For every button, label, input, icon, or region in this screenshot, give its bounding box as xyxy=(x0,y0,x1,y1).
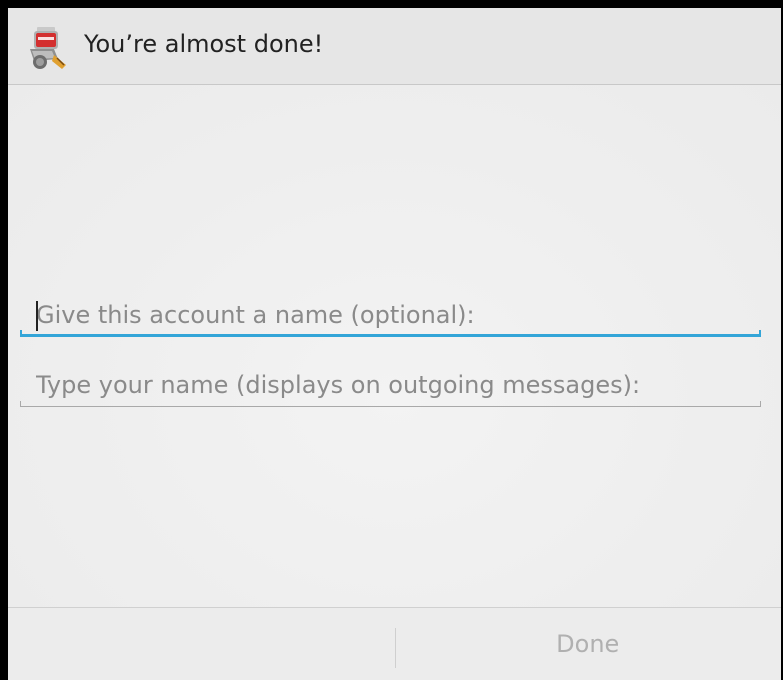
form-content xyxy=(8,85,781,608)
account-name-underline xyxy=(20,330,761,337)
dialog-window: You’re almost done! Done xyxy=(0,0,783,680)
your-name-field[interactable] xyxy=(20,363,761,407)
your-name-input[interactable] xyxy=(20,363,761,407)
left-button[interactable] xyxy=(8,608,395,680)
account-name-field[interactable] xyxy=(20,293,761,337)
button-bar: Done xyxy=(8,607,781,680)
your-name-underline xyxy=(20,401,761,407)
account-name-input[interactable] xyxy=(20,293,761,337)
text-cursor xyxy=(36,301,38,331)
title-bar: You’re almost done! xyxy=(8,8,781,85)
done-button[interactable]: Done xyxy=(395,608,782,680)
mail-app-icon xyxy=(30,27,66,69)
dialog-title: You’re almost done! xyxy=(84,30,324,58)
